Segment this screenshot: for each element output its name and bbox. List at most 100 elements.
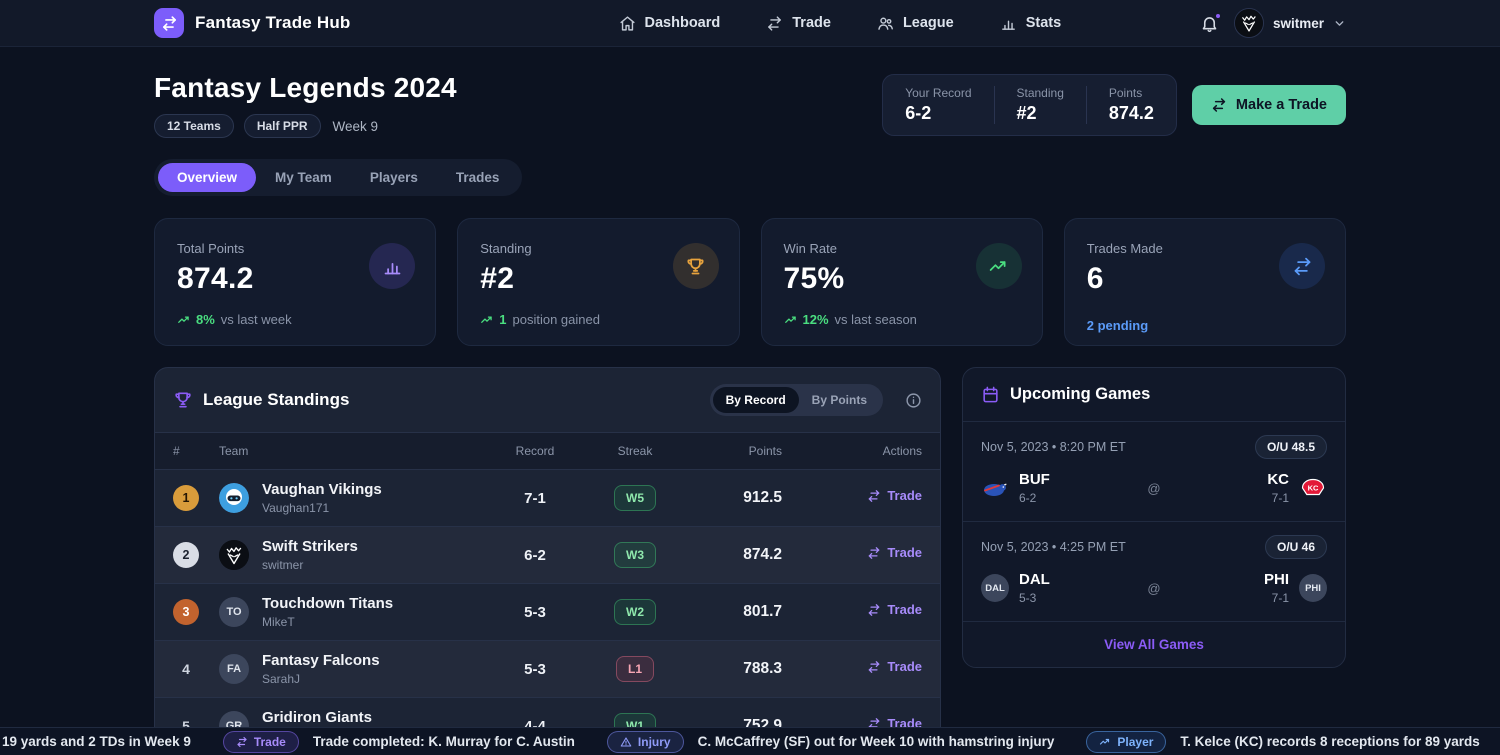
notifications-button[interactable] — [1200, 14, 1219, 33]
info-icon[interactable] — [905, 392, 922, 409]
col-header-streak: Streak — [583, 444, 687, 458]
tab-players[interactable]: Players — [351, 163, 437, 192]
tab-trades[interactable]: Trades — [437, 163, 519, 192]
upcoming-games-panel: Upcoming Games Nov 5, 2023 • 8:20 PM ET … — [962, 367, 1346, 668]
team-points: 801.7 — [687, 603, 782, 621]
make-a-trade-label: Make a Trade — [1236, 97, 1327, 113]
upcoming-games-title: Upcoming Games — [1010, 385, 1150, 404]
badge-label: Player — [1117, 735, 1153, 749]
swap-icon — [1279, 243, 1325, 289]
col-header-team: Team — [219, 444, 487, 458]
team-name: Touchdown Titans — [262, 595, 393, 612]
team-points: 788.3 — [687, 660, 782, 678]
home-team-record: 7-1 — [1264, 591, 1289, 605]
row-trade-button[interactable]: Trade — [867, 545, 922, 560]
streak-badge: L1 — [616, 656, 654, 682]
team-avatar: FA — [219, 654, 249, 684]
away-team-abbr: BUF — [1019, 471, 1050, 488]
standing-value: #2 — [1017, 103, 1064, 124]
nav-item-league[interactable]: League — [877, 15, 954, 32]
away-team-record: 5-3 — [1019, 591, 1050, 605]
trade-label: Trade — [887, 659, 922, 674]
make-a-trade-button[interactable]: Make a Trade — [1192, 85, 1346, 125]
bar-chart-icon — [369, 243, 415, 289]
nav-item-stats[interactable]: Stats — [1000, 15, 1061, 32]
trophy-icon — [673, 243, 719, 289]
game-datetime: Nov 5, 2023 • 4:25 PM ET — [981, 540, 1126, 554]
stat-card-total-points: Total Points 874.2 8% vs last week — [154, 218, 436, 346]
stat-delta: 1 — [499, 312, 506, 327]
ticker-text: C. McCaffrey (SF) out for Week 10 with h… — [698, 734, 1055, 749]
eagles-logo-icon: PHI — [1299, 574, 1327, 602]
streak-badge: W2 — [614, 599, 656, 625]
scoring-badge: Half PPR — [244, 114, 321, 138]
ticker-item: Injury C. McCaffrey (SF) out for Week 10… — [607, 731, 1054, 753]
toggle-by-points[interactable]: By Points — [799, 387, 880, 413]
badge-label: Trade — [254, 735, 286, 749]
table-row: 3 TO Touchdown Titans MikeT 5-3 W2 801.7… — [155, 584, 940, 641]
chevron-down-icon — [1333, 17, 1346, 30]
away-team-abbr: DAL — [1019, 571, 1050, 588]
league-heading: Fantasy Legends 2024 12 Teams Half PPR W… — [154, 72, 457, 138]
home-icon — [619, 15, 636, 32]
nav-label: Trade — [792, 15, 831, 31]
rank-badge: 2 — [173, 542, 199, 568]
game-card: Nov 5, 2023 • 4:25 PM ET O/U 46 DAL DAL … — [963, 521, 1345, 621]
swap-icon — [1211, 97, 1227, 113]
table-row: 2 Swift Strikers switmer 6-2 W3 874.2 Tr… — [155, 527, 940, 584]
tab-overview[interactable]: Overview — [158, 163, 256, 192]
table-row: 1 Vaughan Vikings Vaughan171 7-1 W5 912.… — [155, 470, 940, 527]
col-header-rank: # — [173, 444, 219, 458]
team-points: 912.5 — [687, 489, 782, 507]
trade-label: Trade — [887, 545, 922, 560]
brand[interactable]: Fantasy Trade Hub — [154, 8, 351, 38]
ticker-item: Player T. Kelce (KC) records 8 reception… — [1086, 731, 1479, 753]
badge-label: Injury — [638, 735, 671, 749]
nav-item-trade[interactable]: Trade — [766, 15, 831, 32]
team-points: 874.2 — [687, 546, 782, 564]
warning-icon — [620, 736, 632, 748]
home-team-abbr: KC — [1267, 471, 1289, 488]
row-trade-button[interactable]: Trade — [867, 602, 922, 617]
standings-sort-toggle: By Record By Points — [710, 384, 883, 416]
nav-item-dashboard[interactable]: Dashboard — [619, 15, 721, 32]
bar-chart-icon — [1000, 15, 1017, 32]
stat-card-standing: Standing #2 1 position gained — [457, 218, 739, 346]
user-name: switmer — [1273, 16, 1324, 31]
col-header-points: Points — [687, 444, 782, 458]
standings-column-headers: # Team Record Streak Points Actions — [155, 432, 940, 470]
ticker-item: 19 yards and 2 TDs in Week 9 — [2, 734, 191, 749]
trophy-icon — [173, 390, 193, 410]
stat-card-trades-made: Trades Made 6 2 pending — [1064, 218, 1346, 346]
toggle-by-record[interactable]: By Record — [713, 387, 799, 413]
team-record: 7-1 — [487, 490, 583, 507]
calendar-icon — [981, 385, 1000, 404]
rank-badge: 4 — [173, 656, 199, 682]
swap-icon — [867, 660, 881, 674]
team-owner: MikeT — [262, 615, 393, 629]
user-menu[interactable]: switmer — [1234, 8, 1346, 38]
pending-trades-note: 2 pending — [1087, 318, 1323, 333]
ticker-item: Trade Trade completed: K. Murray for C. … — [223, 731, 575, 753]
home-team-record: 7-1 — [1267, 491, 1289, 505]
teams-count-badge: 12 Teams — [154, 114, 234, 138]
chiefs-logo-icon: KC — [1299, 474, 1327, 502]
tab-my-team[interactable]: My Team — [256, 163, 351, 192]
swap-icon — [867, 546, 881, 560]
team-name: Fantasy Falcons — [262, 652, 380, 669]
points-label: Points — [1109, 86, 1154, 100]
trade-label: Trade — [887, 488, 922, 503]
ticker-text: Trade completed: K. Murray for C. Austin — [313, 734, 575, 749]
streak-badge: W3 — [614, 542, 656, 568]
swap-icon — [766, 15, 783, 32]
view-all-games-link[interactable]: View All Games — [963, 621, 1345, 667]
row-trade-button[interactable]: Trade — [867, 659, 922, 674]
away-team-record: 6-2 — [1019, 491, 1050, 505]
swap-icon — [867, 603, 881, 617]
your-record-value: 6-2 — [905, 103, 971, 124]
team-name: Swift Strikers — [262, 538, 358, 555]
trend-up-icon — [784, 313, 798, 327]
row-trade-button[interactable]: Trade — [867, 488, 922, 503]
view-tabs: Overview My Team Players Trades — [154, 159, 522, 196]
game-datetime: Nov 5, 2023 • 8:20 PM ET — [981, 440, 1126, 454]
